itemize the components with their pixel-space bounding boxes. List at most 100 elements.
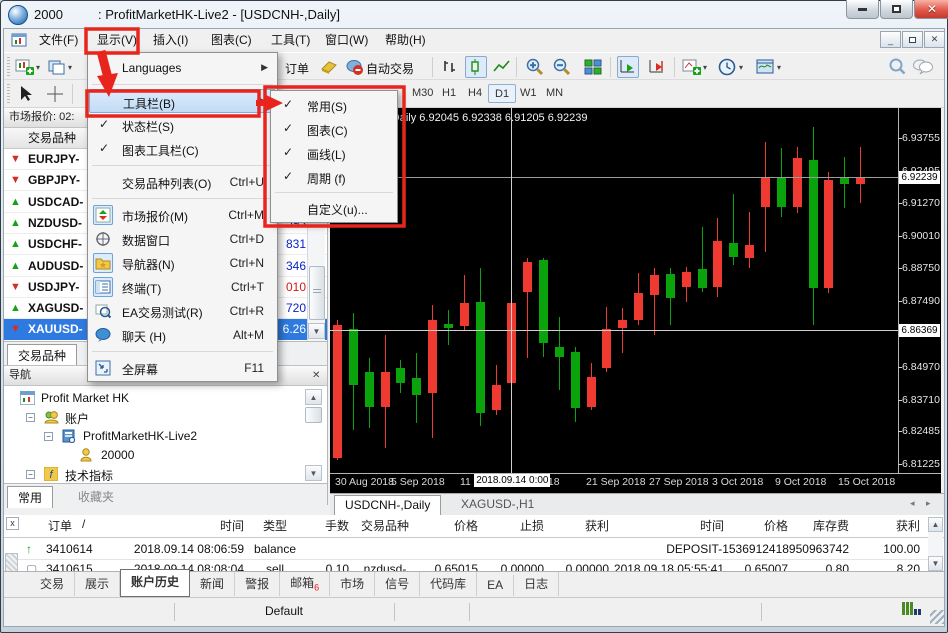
column-header-5[interactable]: 价格 (420, 517, 478, 537)
menubar-item-0[interactable]: 文件(F) (30, 30, 87, 51)
terminal-tab-展示[interactable]: 展示 (75, 572, 120, 596)
candlestick-button[interactable] (465, 56, 487, 78)
chart-tabs-scroll-left-icon[interactable]: ◂ (910, 498, 915, 509)
terminal-tab-新闻[interactable]: 新闻 (190, 572, 235, 596)
tab-symbols[interactable]: 交易品种 (7, 344, 77, 366)
chart-tabs-scroll-right-icon[interactable]: ▸ (926, 498, 931, 509)
navigator-item-4[interactable]: −f技术指标 (4, 465, 327, 484)
navigator-item-0[interactable]: Profit Market HK (4, 389, 327, 408)
periods-caret-icon[interactable]: ▾ (739, 63, 743, 72)
restore-button[interactable] (880, 0, 913, 19)
terminal-scroll-up-button[interactable]: ▲ (928, 517, 943, 532)
view-menu-item-0[interactable]: Languages▶ (89, 56, 276, 80)
autotrade-button[interactable]: 自动交易 (366, 60, 414, 77)
period-button-D1[interactable]: D1 (488, 84, 516, 103)
view-menu-item-11[interactable]: 终端(T)Ctrl+T (89, 275, 276, 299)
crosshair-button[interactable] (44, 83, 66, 105)
view-menu-item-8[interactable]: 市场报价(M)Ctrl+M (89, 203, 276, 227)
navigator-scroll-up-button[interactable]: ▲ (305, 389, 322, 405)
column-header-1[interactable]: 时间 (132, 517, 244, 537)
chat-icon[interactable] (912, 56, 934, 78)
toolbars-submenu-item-3[interactable]: ✓周期 (f) (272, 165, 396, 189)
line-chart-button[interactable] (491, 56, 513, 78)
mdi-restore-button[interactable] (902, 31, 923, 48)
period-button-H4[interactable]: H4 (462, 84, 488, 103)
menubar-item-6[interactable]: 帮助(H) (376, 30, 435, 51)
column-header-8[interactable]: 时间 (612, 517, 724, 537)
mdi-close-button[interactable]: ✕ (924, 31, 945, 48)
close-button[interactable]: ✕ (914, 0, 948, 19)
terminal-tab-EA[interactable]: EA (477, 575, 514, 596)
column-header-2[interactable]: 类型 (249, 517, 301, 537)
navigator-scrollbar-thumb[interactable] (305, 407, 322, 423)
terminal-scroll-down-button[interactable]: ▼ (928, 556, 943, 571)
tree-expander-icon[interactable]: − (26, 470, 35, 479)
tile-windows-button[interactable] (582, 56, 604, 78)
cursor-button[interactable] (14, 83, 36, 105)
column-header-6[interactable]: 止损 (482, 517, 544, 537)
menubar-item-3[interactable]: 图表(C) (202, 30, 261, 51)
new-order-button[interactable]: 订单 (285, 60, 309, 77)
column-header-9[interactable]: 价格 (728, 517, 788, 537)
navigator-tab-1[interactable]: 收藏夹 (68, 486, 124, 508)
indicators-button[interactable] (681, 56, 703, 78)
news-icon[interactable] (318, 56, 340, 78)
profiles-button[interactable] (46, 56, 68, 78)
tree-expander-icon[interactable]: − (44, 432, 53, 441)
chart-tab-1[interactable]: XAGUSD-,H1 (451, 495, 544, 517)
navigator-tab-0[interactable]: 常用 (7, 486, 53, 508)
toolbar-grip[interactable] (7, 84, 10, 104)
mdi-minimize-button[interactable]: _ (880, 31, 901, 48)
scrollbar-thumb[interactable] (309, 266, 325, 320)
view-menu-item-10[interactable]: ★导航器(N)Ctrl+N (89, 251, 276, 275)
scrollbar-down-button[interactable]: ▼ (308, 323, 325, 339)
menubar-item-5[interactable]: 窗口(W) (316, 30, 377, 51)
view-menu-item-9[interactable]: 数据窗口Ctrl+D (89, 227, 276, 251)
view-menu-item-4[interactable]: ✓图表工具栏(C) (89, 137, 276, 161)
period-button-M30[interactable]: M30 (406, 84, 439, 103)
zoom-in-button[interactable] (524, 56, 546, 78)
zoom-out-button[interactable] (551, 56, 573, 78)
view-menu-item-13[interactable]: 聊天 (H)Alt+M (89, 323, 276, 347)
terminal-tab-日志[interactable]: 日志 (514, 572, 559, 596)
column-header-11[interactable]: 获利 (852, 517, 920, 537)
terminal-tab-账户历史[interactable]: 账户历史 (120, 569, 190, 597)
period-button-MN[interactable]: MN (540, 84, 569, 103)
view-menu-item-3[interactable]: ✓状态栏(S) (89, 113, 276, 137)
toolbars-submenu-item-5[interactable]: 自定义(u)... (272, 196, 396, 220)
chart-window[interactable]: USDCNH-,Daily 6.92045 6.92338 6.91205 6.… (330, 108, 941, 493)
indicators-caret-icon[interactable]: ▾ (703, 63, 707, 72)
period-button-H1[interactable]: H1 (436, 84, 462, 103)
navigator-item-2[interactable]: −ProfitMarketHK-Live2 (4, 427, 327, 446)
terminal-tab-市场[interactable]: 市场 (330, 572, 375, 596)
templates-button[interactable] (754, 56, 776, 78)
resize-grip[interactable] (930, 610, 944, 624)
periods-button[interactable] (716, 56, 738, 78)
toolbars-submenu-item-1[interactable]: ✓图表(C) (272, 117, 396, 141)
new-chart-button[interactable] (14, 56, 36, 78)
column-header-4[interactable]: 交易品种 (352, 517, 418, 537)
chart-shift-button[interactable] (646, 56, 668, 78)
toolbar-grip[interactable] (7, 57, 10, 77)
terminal-tab-代码库[interactable]: 代码库 (420, 572, 477, 596)
view-menu-item-6[interactable]: 交易品种列表(O)Ctrl+U (89, 170, 276, 194)
tree-expander-icon[interactable]: − (26, 413, 35, 422)
menubar-item-4[interactable]: 工具(T) (262, 30, 319, 51)
toolbars-submenu-item-2[interactable]: ✓画线(L) (272, 141, 396, 165)
period-button-W1[interactable]: W1 (514, 84, 543, 103)
profiles-caret-icon[interactable]: ▾ (68, 63, 72, 72)
menubar-item-1[interactable]: 显示(V) (88, 30, 146, 51)
terminal-tab-警报[interactable]: 警报 (235, 572, 280, 596)
column-header-3[interactable]: 手数 (304, 517, 349, 537)
toolbars-submenu-item-0[interactable]: ✓常用(S) (272, 93, 396, 117)
navigator-item-3[interactable]: 20000 (4, 446, 327, 465)
column-header-7[interactable]: 获利 (547, 517, 609, 537)
chart-tab-0[interactable]: USDCNH-,Daily (334, 495, 441, 517)
view-menu-item-2[interactable]: 工具栏(B)▶ (89, 89, 276, 113)
view-menu-item-12[interactable]: EA交易测试(R)Ctrl+R (89, 299, 276, 323)
bar-chart-button[interactable] (440, 56, 462, 78)
terminal-tab-邮箱[interactable]: 邮箱6 (280, 571, 330, 596)
terminal-tab-信号[interactable]: 信号 (375, 572, 420, 596)
new-chart-caret-icon[interactable]: ▾ (36, 63, 40, 72)
view-menu-item-15[interactable]: 全屏幕F11 (89, 356, 276, 380)
